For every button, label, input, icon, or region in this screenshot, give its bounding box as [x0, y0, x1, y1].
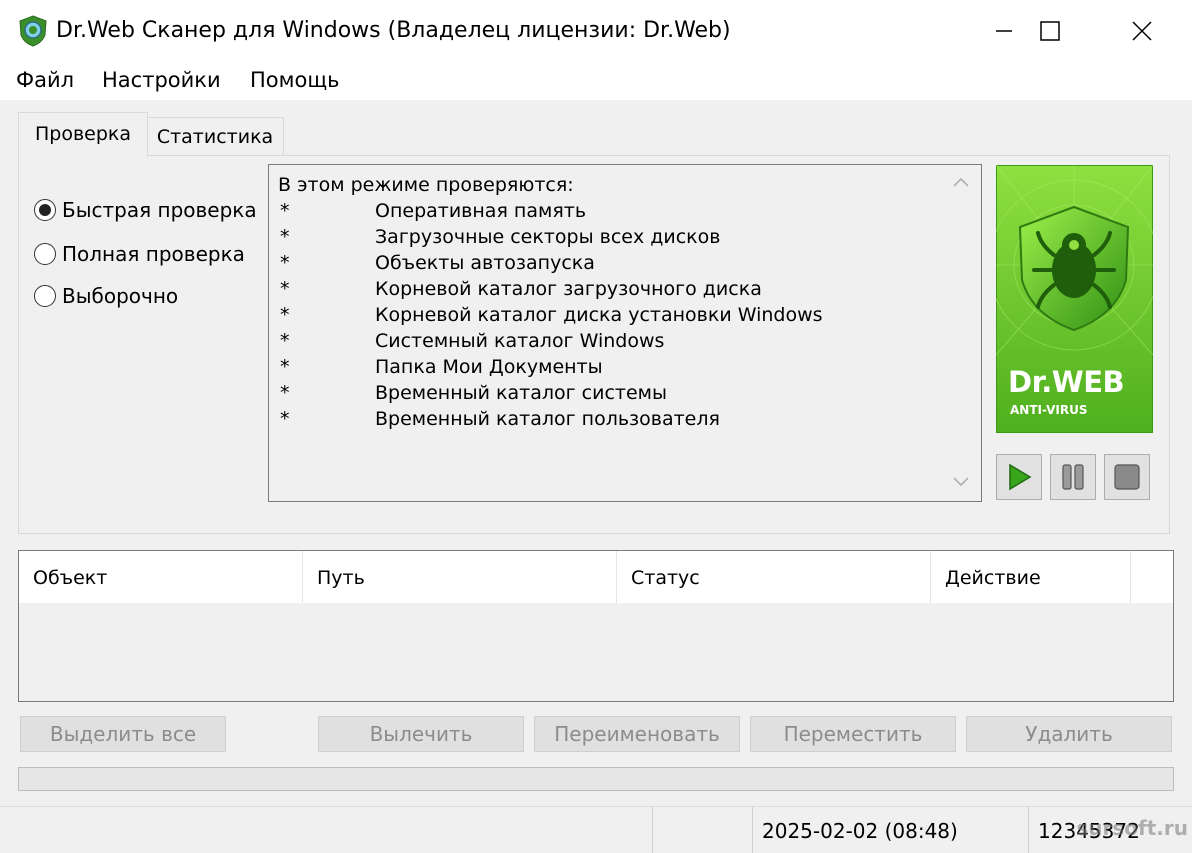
stop-scan-button[interactable]: [1104, 454, 1150, 500]
column-header-status[interactable]: Статус: [617, 551, 931, 603]
scan-description-box[interactable]: В этом режиме проверяются: * Оперативная …: [268, 164, 982, 502]
logo-brand-text: Dr.WEB: [1008, 365, 1125, 399]
maximize-icon: [1040, 21, 1060, 41]
column-header-object[interactable]: Объект: [19, 551, 303, 603]
radio-label: Быстрая проверка: [62, 198, 257, 222]
cure-button[interactable]: Вылечить: [318, 716, 524, 752]
pause-scan-button[interactable]: [1050, 454, 1096, 500]
move-button[interactable]: Переместить: [750, 716, 956, 752]
pause-icon: [1062, 464, 1084, 490]
radio-custom-scan[interactable]: Выборочно: [34, 284, 178, 308]
close-icon: [1132, 21, 1152, 41]
title-bar: Dr.Web Сканер для Windows (Владелец лице…: [0, 0, 1192, 62]
start-scan-button[interactable]: [996, 454, 1042, 500]
column-header-action[interactable]: Действие: [931, 551, 1131, 603]
menu-help[interactable]: Помощь: [250, 68, 340, 92]
radio-circle-icon: [34, 285, 56, 307]
table-header: Объект Путь Статус Действие: [19, 551, 1173, 603]
stop-icon: [1114, 464, 1140, 490]
description-heading: В этом режиме проверяются:: [278, 174, 574, 196]
radio-full-scan[interactable]: Полная проверка: [34, 242, 245, 266]
maximize-button[interactable]: [1004, 0, 1096, 62]
radio-label: Полная проверка: [62, 242, 245, 266]
scroll-down-arrow-icon[interactable]: [952, 476, 970, 492]
window-title: Dr.Web Сканер для Windows (Владелец лице…: [56, 18, 731, 43]
delete-button[interactable]: Удалить: [966, 716, 1172, 752]
logo-tagline-text: ANTI-VIRUS: [1010, 403, 1088, 417]
radio-circle-icon: [34, 199, 56, 221]
radio-circle-icon: [34, 243, 56, 265]
column-header-path[interactable]: Путь: [303, 551, 617, 603]
watermark-text: sursoft.ru: [1076, 816, 1188, 840]
tab-statistics[interactable]: Статистика: [146, 117, 284, 157]
results-table[interactable]: Объект Путь Статус Действие: [18, 550, 1174, 702]
drweb-logo: Dr.WEB ANTI-VIRUS: [988, 164, 1160, 434]
radio-label: Выборочно: [62, 284, 179, 308]
select-all-button[interactable]: Выделить все: [20, 716, 226, 752]
status-bar: 2025-02-02 (08:48) 12345372: [0, 806, 1192, 853]
status-datetime: 2025-02-02 (08:48): [762, 819, 958, 843]
menu-settings[interactable]: Настройки: [102, 68, 221, 92]
rename-button[interactable]: Переименовать: [534, 716, 740, 752]
close-button[interactable]: [1096, 0, 1188, 62]
radio-quick-scan[interactable]: Быстрая проверка: [34, 198, 257, 222]
drweb-spider-icon: [18, 15, 48, 47]
menu-file[interactable]: Файл: [16, 68, 74, 92]
menu-bar: Файл Настройки Помощь: [0, 62, 1192, 100]
tab-scan[interactable]: Проверка: [18, 112, 148, 157]
scan-progress-bar: [18, 767, 1174, 791]
scroll-up-arrow-icon[interactable]: [952, 176, 970, 192]
play-icon: [1009, 463, 1032, 491]
